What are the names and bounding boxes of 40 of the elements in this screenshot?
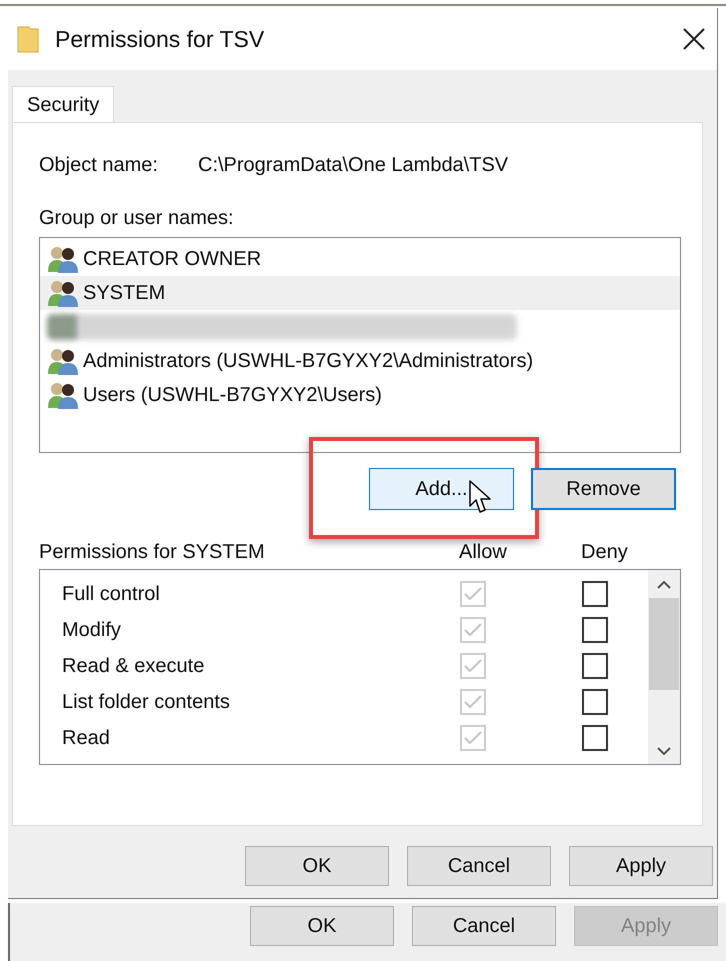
permission-name: List folder contents bbox=[61, 690, 231, 714]
tab[interactable]: Security bbox=[12, 86, 114, 123]
permission-name: Full control bbox=[61, 582, 161, 606]
checkbox[interactable] bbox=[582, 617, 608, 643]
checkbox[interactable] bbox=[582, 653, 608, 679]
folder-icon bbox=[17, 25, 39, 53]
user-group-icon bbox=[47, 279, 79, 307]
user-group-icon bbox=[47, 245, 79, 273]
group-list-label: Group or user names: bbox=[39, 207, 235, 231]
permissions-label: Permissions for SYSTEM bbox=[39, 540, 266, 564]
cursor-icon bbox=[469, 480, 493, 514]
checkbox[interactable] bbox=[582, 725, 608, 751]
scroll-down-icon[interactable] bbox=[657, 746, 671, 756]
list-item[interactable]: Users (USWHL-B7GYXY2\Users) bbox=[40, 378, 680, 412]
object-name-value: C:\ProgramData\One Lambda\TSV bbox=[198, 154, 508, 176]
button[interactable]: Add... bbox=[369, 468, 514, 510]
button[interactable]: Cancel bbox=[412, 906, 556, 946]
checkbox[interactable] bbox=[582, 689, 608, 715]
permission-name: Read bbox=[61, 726, 111, 750]
button[interactable]: Cancel bbox=[407, 846, 551, 886]
scrollbar[interactable] bbox=[648, 570, 680, 764]
scroll-up-icon[interactable] bbox=[657, 580, 671, 590]
permission-name: Read & execute bbox=[61, 654, 206, 678]
button[interactable]: OK bbox=[245, 846, 389, 886]
scroll-thumb[interactable] bbox=[649, 598, 679, 690]
list-item[interactable]: Administrators (USWHL-B7GYXY2\Administrators) bbox=[40, 344, 680, 378]
list-item[interactable]: CREATOR OWNER bbox=[40, 242, 680, 276]
column-header: Allow bbox=[459, 540, 508, 564]
list-item[interactable]: SYSTEM bbox=[40, 276, 680, 310]
user-group-icon bbox=[47, 347, 79, 375]
checkbox[interactable] bbox=[582, 581, 608, 607]
button[interactable]: Remove bbox=[531, 468, 676, 510]
object-name-label: Object name: bbox=[39, 154, 159, 176]
close-icon[interactable] bbox=[683, 28, 705, 50]
window-title: Permissions for TSV bbox=[55, 26, 266, 52]
user-group-icon bbox=[47, 381, 79, 409]
button[interactable]: OK bbox=[250, 906, 394, 946]
permission-name: Modify bbox=[61, 618, 122, 642]
column-header: Deny bbox=[581, 540, 628, 564]
button[interactable]: Apply bbox=[569, 846, 713, 886]
